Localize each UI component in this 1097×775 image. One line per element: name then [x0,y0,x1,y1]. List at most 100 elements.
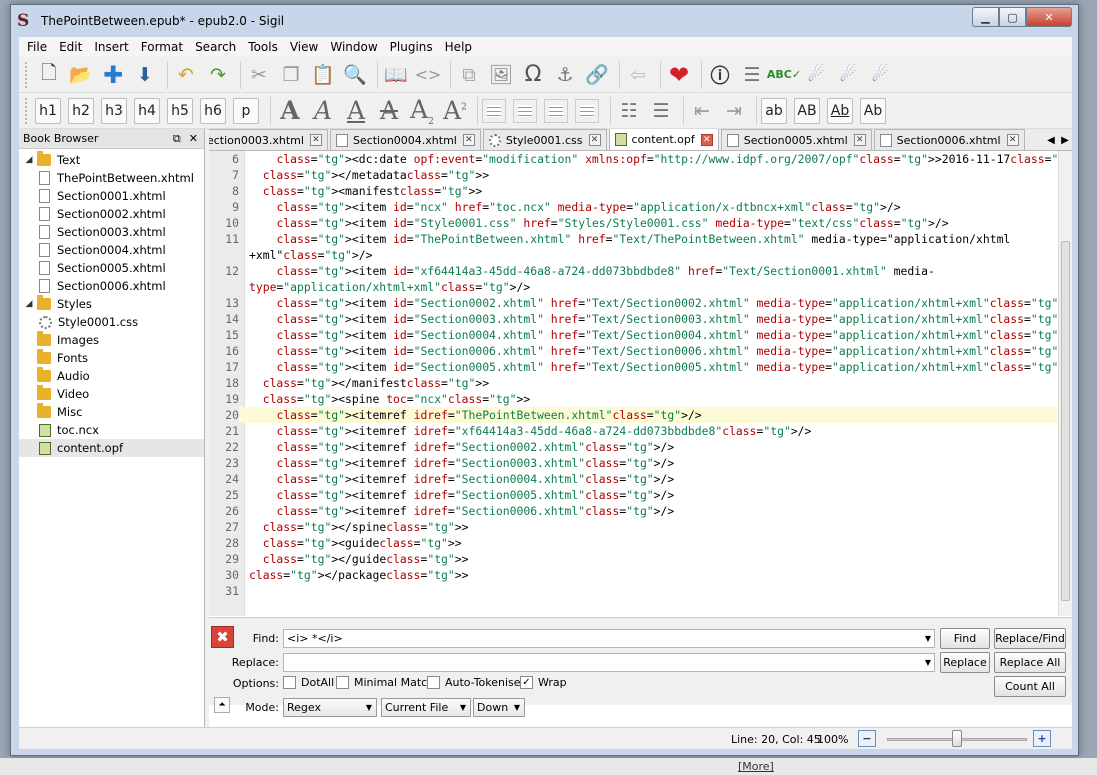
replace-button[interactable]: Replace [940,652,990,673]
code-line[interactable]: 7 class="tg"></metadataclass="tg">> [209,167,1058,183]
code-line[interactable]: 9 class="tg"><item id="ncx" href="toc.nc… [209,199,1058,215]
maximize-button[interactable]: ▢ [999,7,1026,27]
lowercase-button[interactable]: ab [761,97,787,124]
code-line[interactable]: 17 class="tg"><item id="Section0005.xhtm… [209,359,1058,375]
numbered-list-icon[interactable]: ☰ [647,97,675,125]
tab-section0006-xhtml[interactable]: Section0006.xhtml ✕ [873,129,1025,150]
code-view-icon[interactable]: <> [414,61,442,89]
italic-icon[interactable]: A [308,96,338,125]
bullet-list-icon[interactable]: ☷ [615,97,643,125]
close-window-button[interactable]: ✕ [1026,7,1072,27]
menu-insert[interactable]: Insert [88,40,134,54]
heading-h2-button[interactable]: h2 [68,97,94,124]
align-center-icon[interactable] [513,98,537,123]
minimal-match-checkbox[interactable]: Minimal Match [336,676,434,689]
code-line[interactable]: 14 class="tg"><item id="Section0003.xhtm… [209,311,1058,327]
code-line[interactable]: 10 class="tg"><item id="Style0001.css" h… [209,215,1058,231]
menu-view[interactable]: View [284,40,324,54]
code-line[interactable]: 25 class="tg"><itemref idref="Section000… [209,487,1058,503]
code-line[interactable]: 21 class="tg"><itemref idref="xf64414a3-… [209,423,1058,439]
tree-file[interactable]: Section0005.xhtml [19,259,204,277]
tree-folder[interactable]: Fonts [19,349,204,367]
tree-file[interactable]: Section0004.xhtml [19,241,204,259]
copy-icon[interactable]: ❐ [277,61,305,89]
tab-scroll-left-icon[interactable]: ◀ [1047,135,1055,146]
menu-edit[interactable]: Edit [53,40,88,54]
capitalize-button[interactable]: Ab [860,97,886,124]
scrollbar-thumb[interactable] [1061,241,1070,601]
zoom-out-button[interactable]: − [858,730,876,747]
code-line[interactable]: 16 class="tg"><item id="Section0006.xhtm… [209,343,1058,359]
replace-input[interactable]: ▼ [283,653,935,672]
heading-h4-button[interactable]: h4 [134,97,160,124]
tab-scroll-right-icon[interactable]: ▶ [1061,135,1069,146]
paragraph-button[interactable]: p [233,97,259,124]
heading-h6-button[interactable]: h6 [200,97,226,124]
redo-icon[interactable]: ↷ [204,61,232,89]
code-line[interactable]: 13 class="tg"><item id="Section0002.xhtm… [209,295,1058,311]
tab-close-icon[interactable]: ✕ [462,134,475,146]
tab-close-icon[interactable]: ✕ [1006,134,1019,146]
anchor-icon[interactable]: ⚓ [551,61,579,89]
subscript-icon[interactable]: A2 [407,95,437,127]
add-file-icon[interactable]: ✚ [99,61,127,89]
code-line[interactable]: 18 class="tg"></manifestclass="tg">> [209,375,1058,391]
align-left-icon[interactable] [482,98,506,123]
tree-folder[interactable]: ◢ Styles [19,295,204,313]
menu-file[interactable]: File [21,40,53,54]
split-file-icon[interactable]: ⧉ [455,61,483,89]
tab-close-icon[interactable]: ✕ [588,134,601,146]
float-panel-icon[interactable]: ⧉ [173,132,181,146]
menu-tools[interactable]: Tools [242,40,284,54]
undo-icon[interactable]: ↶ [172,61,200,89]
find-history-dropdown-icon[interactable]: ▼ [925,630,931,647]
code-line[interactable]: 12 class="tg"><item id="xf64414a3-45dd-4… [209,263,1058,279]
code-line[interactable]: 31 [209,583,1058,599]
expand-arrow-icon[interactable]: ◢ [23,155,35,165]
align-right-icon[interactable] [544,98,568,123]
metadata-editor-icon[interactable]: ⓘ [706,61,734,89]
bold-icon[interactable]: A [275,96,305,125]
uppercase-button[interactable]: AB [794,97,820,124]
link-icon[interactable]: 🔗 [583,61,611,89]
spellcheck-icon[interactable]: ABC✓ [767,61,801,89]
menu-window[interactable]: Window [324,40,383,54]
paste-icon[interactable]: 📋 [309,61,337,89]
find-button[interactable]: Find [940,628,990,649]
menu-search[interactable]: Search [189,40,242,54]
underline-icon[interactable]: A [341,96,371,125]
tab-section0003-xhtml[interactable]: Section0003.xhtml ✕ [209,129,328,150]
toc-editor-icon[interactable]: ☰ [738,61,766,89]
collapse-find-icon[interactable]: ⏶ [214,697,230,713]
cut-icon[interactable]: ✂ [245,61,273,89]
tab-section0004-xhtml[interactable]: Section0004.xhtml ✕ [329,129,481,150]
heading-h3-button[interactable]: h3 [101,97,127,124]
replace-all-button[interactable]: Replace All [994,652,1066,673]
titlecase-button[interactable]: Ab [827,97,853,124]
code-line[interactable]: 8 class="tg"><manifestclass="tg">> [209,183,1058,199]
code-line[interactable]: 6 class="tg"><dc:date opf:event="modific… [209,151,1058,167]
tree-file[interactable]: Section0003.xhtml [19,223,204,241]
code-line[interactable]: 24 class="tg"><itemref idref="Section000… [209,471,1058,487]
code-line[interactable]: 15 class="tg"><item id="Section0004.xhtm… [209,327,1058,343]
toolbar-grip-2[interactable] [25,97,29,124]
tree-folder[interactable]: Images [19,331,204,349]
code-line[interactable]: 20 class="tg"><itemref idref="ThePointBe… [209,407,1058,423]
tree-folder[interactable]: Video [19,385,204,403]
auto-tokenise-checkbox[interactable]: Auto-Tokenise [427,676,521,689]
plugin-run-icon-1[interactable]: ☄ [802,61,830,89]
tab-section0005-xhtml[interactable]: Section0005.xhtml ✕ [720,129,872,150]
tab-content-opf[interactable]: content.opf ✕ [608,129,719,150]
plugin-run-icon-3[interactable]: ☄ [866,61,894,89]
align-justify-icon[interactable] [575,98,599,123]
tab-style0001-css[interactable]: Style0001.css ✕ [482,129,607,150]
find-replace-icon[interactable]: 🔍 [341,61,369,89]
book-view-icon[interactable]: 📖 [382,61,410,89]
tree-file[interactable]: toc.ncx [19,421,204,439]
increase-indent-icon[interactable]: ⇥ [720,97,748,125]
menu-help[interactable]: Help [439,40,478,54]
back-arrow-icon[interactable]: ⇦ [624,61,652,89]
tree-folder[interactable]: Audio [19,367,204,385]
special-character-icon[interactable]: Ω [519,61,547,89]
toolbar-grip[interactable] [25,61,29,88]
